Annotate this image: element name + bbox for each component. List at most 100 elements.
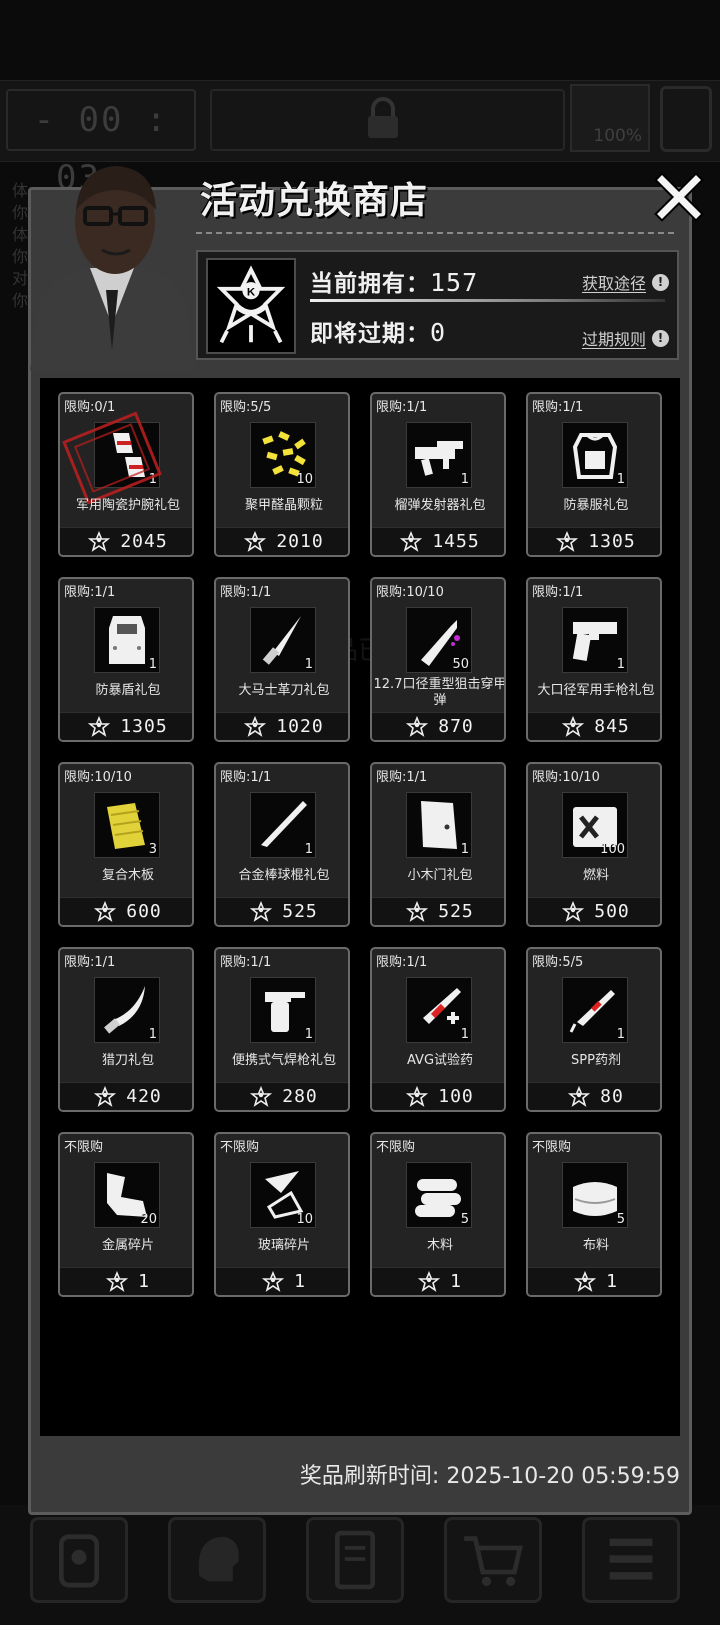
shop-item-card[interactable]: 不限购 5 木料 1: [370, 1132, 506, 1297]
event-token-icon: [406, 1085, 429, 1107]
merchant-portrait: [30, 166, 195, 370]
menu-list-icon: [609, 1538, 653, 1580]
shop-item-card[interactable]: 限购:1/1 1 小木门礼包 525: [370, 762, 506, 927]
item-icon-frame: 1: [250, 977, 316, 1043]
owned-value: 157: [430, 268, 479, 297]
event-token-icon: [244, 530, 267, 552]
nav-journal-button: [306, 1517, 404, 1603]
purchase-limit: 不限购: [532, 1140, 572, 1155]
refresh-timestamp: 2025-10-20 05:59:59: [446, 1464, 680, 1489]
owned-label: 当前拥有：: [310, 271, 430, 297]
brain-icon: [198, 1536, 239, 1582]
price-bar: 600: [60, 897, 192, 925]
shop-item-card[interactable]: 限购:5/5 10 聚甲醛晶颗粒 2010: [214, 392, 350, 557]
obtain-link-label: 获取途径: [581, 274, 646, 293]
price-bar: 1455: [372, 527, 504, 555]
item-quantity: 1: [460, 472, 469, 487]
item-icon-frame: 10: [250, 422, 316, 488]
info-icon: !: [652, 273, 669, 291]
purchase-limit: 限购:10/10: [532, 770, 600, 785]
price-bar: 2010: [216, 527, 348, 555]
shop-item-card[interactable]: 不限购 20 金属碎片 1: [58, 1132, 194, 1297]
price-bar: 1020: [216, 712, 348, 740]
item-quantity: 1: [148, 1027, 157, 1042]
purchase-limit: 限购:10/10: [64, 770, 132, 785]
event-token-icon: [244, 715, 267, 737]
item-price: 1305: [120, 716, 168, 737]
purchase-limit: 限购:1/1: [532, 400, 584, 415]
item-price: 1455: [432, 531, 480, 552]
item-quantity: 1: [460, 1027, 469, 1042]
item-price: 1: [138, 1271, 150, 1292]
price-bar: 420: [60, 1082, 192, 1110]
item-icon-frame: 1: [406, 422, 472, 488]
item-icon-frame: 1: [94, 977, 160, 1043]
lock-icon: [368, 97, 398, 138]
event-token-icon: [574, 1270, 597, 1292]
shop-item-card[interactable]: 限购:5/5 1 SPP药剂 80: [526, 947, 662, 1112]
shop-item-card[interactable]: 限购:1/1 1 便携式气焊枪礼包 280: [214, 947, 350, 1112]
price-bar: 870: [372, 712, 504, 740]
equipment-slot: [660, 86, 712, 152]
item-icon-frame: 1: [406, 792, 472, 858]
purchase-limit: 限购:1/1: [64, 585, 116, 600]
purchase-limit: 限购:5/5: [532, 955, 584, 970]
shop-item-card[interactable]: 限购:10/10 100 燃料 500: [526, 762, 662, 927]
price-bar: 1: [372, 1267, 504, 1295]
item-price: 845: [594, 716, 630, 737]
item-price: 1: [450, 1271, 462, 1292]
shop-item-card[interactable]: 限购:1/1 1 大口径军用手枪礼包 845: [526, 577, 662, 742]
item-quantity: 5: [460, 1212, 469, 1227]
expiring-label: 即将过期：: [310, 321, 430, 347]
event-token-icon: [400, 530, 423, 552]
shop-item-card[interactable]: 限购:1/1 1 榴弹发射器礼包 1455: [370, 392, 506, 557]
shop-item-card[interactable]: 不限购 10 玻璃碎片 1: [214, 1132, 350, 1297]
item-icon-frame: 1: [562, 422, 628, 488]
shop-item-card[interactable]: 限购:1/1 1 大马士革刀礼包 1020: [214, 577, 350, 742]
shop-item-card[interactable]: 不限购 5 布料 1: [526, 1132, 662, 1297]
purchase-limit: 不限购: [376, 1140, 416, 1155]
event-token-icon: [418, 1270, 441, 1292]
purchase-limit: 限购:1/1: [220, 955, 272, 970]
purchase-limit: 限购:1/1: [376, 770, 428, 785]
expiring-value: 0: [430, 318, 447, 347]
shop-item-card[interactable]: 限购:10/10 50 12.7口径重型狙击穿甲弹 870: [370, 577, 506, 742]
modal-title: 活动兑换商店: [200, 179, 428, 222]
item-icon-frame: 5: [562, 1162, 628, 1228]
item-icon-frame: 10: [250, 1162, 316, 1228]
item-icon-frame: 1: [406, 977, 472, 1043]
event-token-icon: [94, 900, 117, 922]
shop-item-card[interactable]: 限购:1/1 1 合金棒球棍礼包 525: [214, 762, 350, 927]
item-price: 1: [606, 1271, 618, 1292]
item-quantity: 1: [460, 842, 469, 857]
price-bar: 280: [216, 1082, 348, 1110]
expiry-rules-link[interactable]: 过期规则 !: [582, 326, 669, 350]
purchase-limit: 限购:1/1: [64, 955, 116, 970]
currency-panel: K 当前拥有：157 即将过期：0 获取途径 ! 过期规则 !: [196, 250, 679, 360]
shop-item-card[interactable]: 限购:1/1 1 猎刀礼包 420: [58, 947, 194, 1112]
close-icon[interactable]: [654, 172, 704, 222]
nav-backpack-button: [30, 1517, 128, 1603]
purchase-limit: 不限购: [220, 1140, 260, 1155]
price-bar: 1: [60, 1267, 192, 1295]
item-icon-frame: 20: [94, 1162, 160, 1228]
item-quantity: 1: [616, 657, 625, 672]
item-quantity: 10: [296, 1212, 313, 1227]
item-name: 猎刀礼包: [101, 1053, 154, 1068]
purchase-limit: 限购:10/10: [376, 585, 444, 600]
price-bar: 1: [216, 1267, 348, 1295]
item-name: 大口径军用手枪礼包: [537, 683, 655, 698]
obtain-methods-link[interactable]: 获取途径 !: [582, 270, 669, 294]
shop-item-card[interactable]: 限购:0/1 1 军用陶瓷护腕礼包 2045: [58, 392, 194, 557]
refresh-label: 奖品刷新时间:: [299, 1464, 440, 1489]
info-icon: !: [652, 329, 669, 347]
price-bar: 1305: [60, 712, 192, 740]
event-token-icon: [562, 900, 585, 922]
game-timer: - 00 : 03 -: [6, 89, 196, 198]
shop-item-card[interactable]: 限购:1/1 1 防暴服礼包 1305: [526, 392, 662, 557]
shop-item-card[interactable]: 限购:1/1 1 防暴盾礼包 1305: [58, 577, 194, 742]
shop-item-card[interactable]: 限购:10/10 3 复合木板 600: [58, 762, 194, 927]
event-token-icon: [250, 900, 273, 922]
shop-item-card[interactable]: 限购:1/1 1 AVG试验药 100: [370, 947, 506, 1112]
item-icon-frame: 50: [406, 607, 472, 673]
